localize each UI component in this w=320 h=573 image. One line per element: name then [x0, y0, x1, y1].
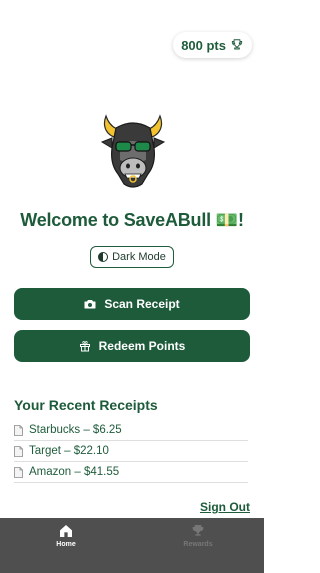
document-icon — [14, 466, 23, 478]
dark-mode-button[interactable]: Dark Mode — [90, 246, 174, 268]
receipt-item[interactable]: Amazon – $41.55 — [14, 462, 248, 483]
home-icon — [60, 525, 72, 537]
points-value: 800 pts — [181, 37, 226, 53]
document-icon — [14, 424, 23, 436]
welcome-title: Welcome to SaveABull 💵! — [20, 210, 244, 230]
trophy-icon — [192, 525, 204, 536]
scan-receipt-button[interactable]: Scan Receipt — [14, 288, 250, 320]
sign-out-link[interactable]: Sign Out — [200, 500, 250, 514]
points-badge[interactable]: 800 pts — [173, 32, 252, 58]
trophy-icon — [231, 39, 243, 50]
tab-home-label: Home — [56, 541, 76, 548]
receipt-item[interactable]: Starbucks – $6.25 — [14, 420, 248, 441]
tab-rewards[interactable]: Rewards — [132, 518, 264, 573]
contrast-icon — [98, 252, 109, 262]
receipt-label: Amazon – $41.55 — [29, 466, 120, 478]
camera-icon — [84, 300, 96, 309]
receipt-list: Starbucks – $6.25 Target – $22.10 Amazon… — [14, 420, 248, 483]
receipt-label: Target – $22.10 — [29, 445, 109, 457]
gift-icon — [79, 341, 90, 352]
receipt-label: Starbucks – $6.25 — [29, 424, 122, 436]
redeem-points-button[interactable]: Redeem Points — [14, 330, 250, 362]
dark-mode-label: Dark Mode — [112, 251, 166, 263]
bull-mascot-logo — [100, 114, 166, 188]
tab-bar: Home Rewards — [0, 518, 264, 573]
scan-receipt-label: Scan Receipt — [104, 297, 180, 311]
recent-receipts-title: Your Recent Receipts — [14, 397, 158, 413]
receipt-item[interactable]: Target – $22.10 — [14, 441, 248, 462]
tab-home[interactable]: Home — [0, 518, 132, 573]
redeem-points-label: Redeem Points — [98, 339, 186, 353]
tab-rewards-label: Rewards — [183, 541, 213, 548]
document-icon — [14, 445, 23, 457]
